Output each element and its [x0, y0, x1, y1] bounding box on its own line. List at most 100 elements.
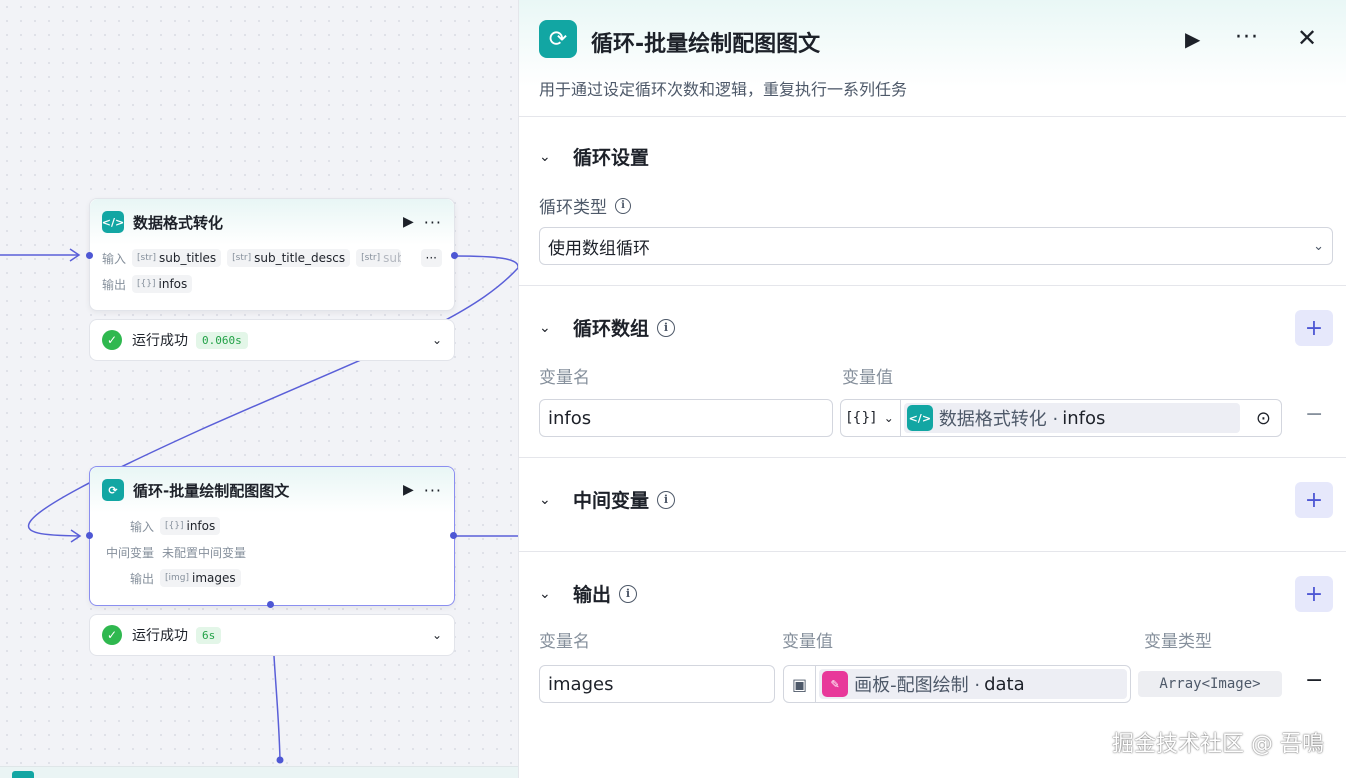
output-var-value-ref[interactable]: ▣ ✎ 画板-配图绘制 · data [783, 665, 1131, 703]
output-tag: [img] images [160, 569, 241, 587]
type-select[interactable]: [{}] ⌄ [841, 400, 901, 436]
node-settings-panel: ⟳ 循环-批量绘制配图图文 ▶ ··· ✕ 用于通过设定循环次数和逻辑，重复执行… [518, 0, 1346, 778]
edge-layer [0, 248, 520, 764]
code-icon: </> [906, 405, 933, 431]
run-icon[interactable]: ▶ [403, 482, 414, 498]
time-badge: 6s [196, 626, 222, 644]
section-loop-array: ⌄ 循环数组 i + 变量名 变量值 infos [{}] ⌄ </> 数据格式转… [519, 286, 1346, 458]
add-loop-var-button[interactable]: + [1295, 310, 1333, 346]
chevron-down-icon: ⌄ [883, 411, 894, 425]
watermark: 掘金技术社区 @ 吾鳴 [1112, 732, 1324, 757]
chevron-down-icon[interactable]: ⌄ [539, 586, 553, 602]
loop-icon: ⟳ [539, 20, 577, 58]
remove-output-var-button[interactable]: − [1305, 668, 1323, 693]
node1-run-status[interactable]: ✓ 运行成功 0.060s ⌄ [89, 319, 455, 361]
chevron-down-icon[interactable]: ⌄ [539, 320, 553, 336]
close-icon[interactable]: ✕ [1297, 24, 1317, 52]
node-header: </> 数据格式转化 ▶ ··· [90, 199, 454, 245]
port-node1-in[interactable] [86, 252, 93, 259]
node-output-row: 输出 [{}] infos [90, 271, 454, 297]
add-output-var-button[interactable]: + [1295, 576, 1333, 612]
output-type-badge: Array<Image> [1138, 671, 1282, 697]
section-header[interactable]: ⌄ 输出 i [539, 580, 638, 607]
code-icon: </> [102, 211, 124, 233]
intermediate-value: 未配置中间变量 [162, 545, 247, 560]
loop-type-label: 循环类型 i [539, 193, 631, 218]
node2-run-status[interactable]: ✓ 运行成功 6s ⌄ [89, 614, 455, 656]
input-tag: [str] sub_titles [132, 249, 222, 267]
info-icon[interactable]: i [619, 584, 638, 603]
col-var-type: 变量类型 [1144, 632, 1212, 652]
section-header[interactable]: ⌄ 循环设置 [539, 143, 649, 170]
section-loop-settings: ⌄ 循环设置 循环类型 i 使用数组循环 ⌄ [519, 117, 1346, 286]
panel-description[interactable]: 用于通过设定循环次数和逻辑，重复执行一系列任务 [539, 76, 907, 100]
section-intermediate: ⌄ 中间变量 i + [519, 458, 1346, 552]
check-circle-icon: ✓ [102, 625, 122, 645]
section-header[interactable]: ⌄ 中间变量 i [539, 486, 676, 513]
port-node2-bottom[interactable] [267, 601, 274, 608]
node-loop-batch[interactable]: ⟳ 循环-批量绘制配图图文 ▶ ··· 输入 [{}] infos 中间变量 未配… [89, 466, 455, 606]
chevron-down-icon[interactable]: ⌄ [539, 149, 553, 165]
panel-header: ⟳ 循环-批量绘制配图图文 ▶ ··· ✕ 用于通过设定循环次数和逻辑，重复执行… [519, 0, 1346, 117]
section-title: 循环数组 [573, 318, 650, 340]
node-intermediate-row: 中间变量 未配置中间变量 [90, 539, 454, 565]
edge-node2-down [273, 655, 281, 761]
loop-var-value-ref[interactable]: [{}] ⌄ </> 数据格式转化 · infos ⊙ [840, 399, 1282, 437]
ref-chip[interactable]: ✎ 画板-配图绘制 · data [819, 669, 1127, 699]
canvas-board-icon: ✎ [822, 671, 849, 697]
col-var-value: 变量值 [842, 368, 893, 388]
chevron-down-icon[interactable]: ⌄ [539, 492, 553, 508]
section-title: 输出 [573, 584, 612, 606]
intermediate-label: 中间变量 [105, 545, 154, 560]
output-var-name-input[interactable]: images [539, 665, 775, 703]
add-intermediate-var-button[interactable]: + [1295, 482, 1333, 518]
port-node1-out[interactable] [451, 252, 458, 259]
image-icon: ▣ [784, 666, 817, 702]
input-label: 输入 [102, 251, 127, 266]
output-label: 输出 [129, 571, 154, 586]
next-node-peek[interactable] [0, 766, 520, 778]
run-icon[interactable]: ▶ [1185, 27, 1200, 51]
section-title: 中间变量 [573, 490, 650, 512]
chevron-down-icon[interactable]: ⌄ [432, 628, 442, 642]
panel-title[interactable]: 循环-批量绘制配图图文 [591, 26, 820, 58]
more-inputs-button[interactable]: ··· [420, 249, 442, 267]
info-icon[interactable]: i [615, 197, 631, 214]
node-data-format-convert[interactable]: </> 数据格式转化 ▶ ··· 输入 [str] sub_titles [str… [89, 198, 455, 311]
node-header: ⟳ 循环-批量绘制配图图文 ▶ ··· [90, 467, 454, 513]
check-circle-icon: ✓ [102, 330, 122, 350]
input-tag: [str]sub_ [356, 249, 401, 267]
info-icon[interactable]: i [657, 318, 676, 337]
status-text: 运行成功 [132, 628, 188, 644]
status-text: 运行成功 [132, 333, 188, 349]
chevron-down-icon[interactable]: ⌄ [432, 333, 442, 347]
section-header[interactable]: ⌄ 循环数组 i [539, 314, 676, 341]
info-icon[interactable]: i [657, 490, 676, 509]
node-output-row: 输出 [img] images [90, 565, 454, 591]
run-icon[interactable]: ▶ [403, 214, 414, 230]
more-icon[interactable]: ··· [1235, 25, 1259, 50]
node-input-row: 输入 [{}] infos [90, 513, 454, 539]
loop-icon: ⟳ [102, 479, 124, 501]
loop-var-name-input[interactable]: infos [539, 399, 833, 437]
time-badge: 0.060s [196, 331, 248, 349]
edge-node1-out [454, 255, 519, 269]
section-title: 循环设置 [573, 147, 650, 169]
node-title: 循环-批量绘制配图图文 [133, 481, 290, 500]
input-label: 输入 [129, 519, 154, 534]
workflow-canvas[interactable]: </> 数据格式转化 ▶ ··· 输入 [str] sub_titles [str… [0, 0, 520, 778]
node-title: 数据格式转化 [133, 213, 224, 232]
port-node2-in[interactable] [86, 532, 93, 539]
remove-loop-var-button[interactable]: − [1305, 402, 1323, 427]
port-node2-out[interactable] [450, 532, 457, 539]
input-tag: [{}] infos [160, 517, 221, 535]
loop-type-select[interactable]: 使用数组循环 ⌄ [539, 227, 1333, 265]
more-icon[interactable]: ··· [424, 213, 442, 232]
output-tag: [{}] infos [132, 275, 193, 293]
port-bottom-target [276, 756, 284, 764]
col-var-name: 变量名 [539, 632, 590, 652]
more-icon[interactable]: ··· [424, 481, 442, 500]
col-var-name: 变量名 [539, 368, 590, 388]
variable-picker-icon[interactable]: ⊙ [1246, 400, 1281, 436]
ref-chip[interactable]: </> 数据格式转化 · infos [903, 403, 1240, 433]
